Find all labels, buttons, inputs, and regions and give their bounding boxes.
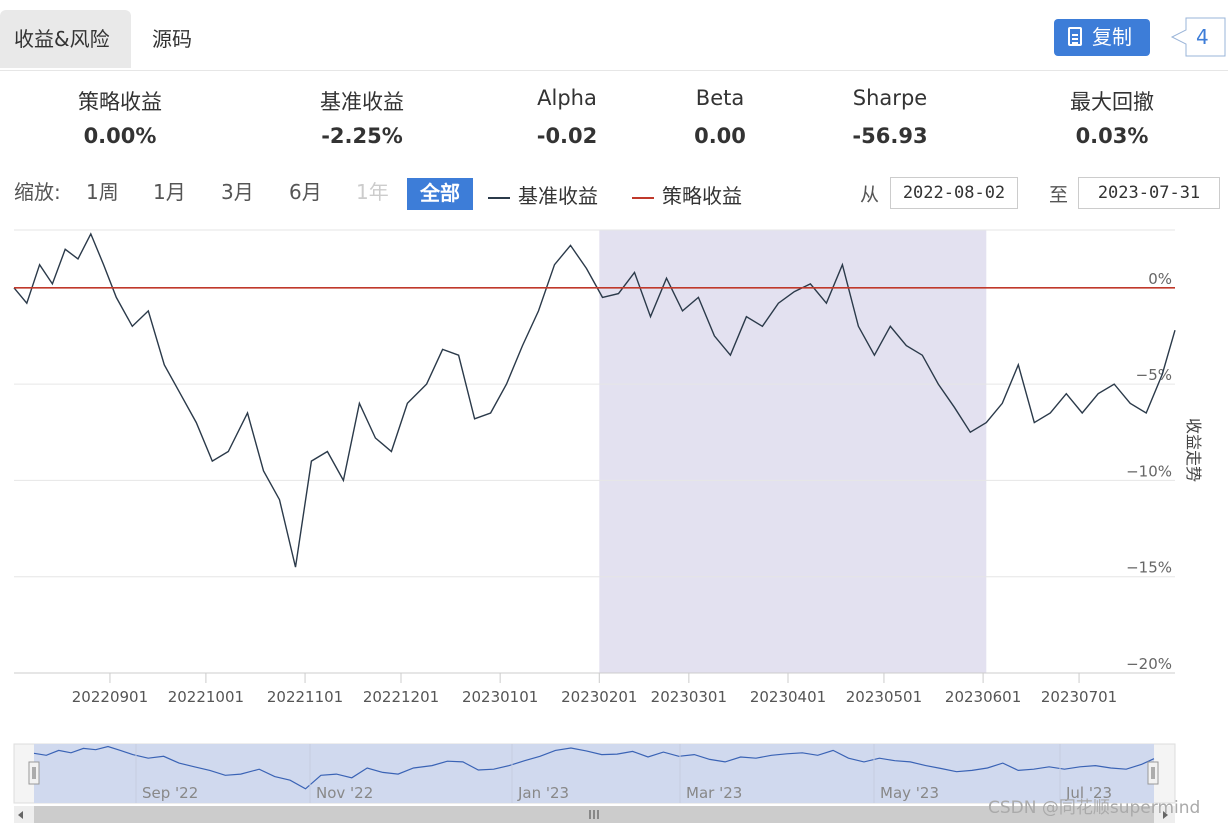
y-tick-label: −15% bbox=[1126, 559, 1172, 577]
x-tick-label: 20230101 bbox=[462, 688, 538, 706]
benchmark-series-line bbox=[13, 232, 1176, 568]
x-tick-label: 20230601 bbox=[945, 688, 1021, 706]
x-tick-label: 20230701 bbox=[1041, 688, 1117, 706]
x-tick-label: 20230401 bbox=[750, 688, 826, 706]
navigator-label: Nov '22 bbox=[316, 784, 373, 802]
x-tick-label: 20221201 bbox=[363, 688, 439, 706]
x-tick-label: 20230201 bbox=[561, 688, 637, 706]
navigator-label: Sep '22 bbox=[142, 784, 198, 802]
navigator-handle bbox=[1147, 761, 1159, 785]
x-tick-label: 20230501 bbox=[846, 688, 922, 706]
highlight-band bbox=[599, 230, 987, 673]
y-tick-label: −10% bbox=[1126, 462, 1172, 480]
navigator-label: May '23 bbox=[880, 784, 939, 802]
y-tick-label: −20% bbox=[1126, 655, 1172, 673]
y-tick-label: 0% bbox=[1148, 270, 1172, 288]
navigator-handle bbox=[28, 761, 40, 785]
x-tick-label: 20221101 bbox=[267, 688, 343, 706]
watermark: CSDN @同花顺supermind bbox=[988, 798, 1201, 818]
x-tick-label: 20221001 bbox=[168, 688, 244, 706]
navigator-label: Mar '23 bbox=[686, 784, 742, 802]
y-tick-label: −5% bbox=[1136, 366, 1172, 384]
navigator-label: Jan '23 bbox=[517, 784, 569, 802]
returns-chart: 0% −5% −10% −15% −20% 收益走势 20220901 20221001 202… bbox=[13, 229, 1203, 823]
x-tick-label: 20230301 bbox=[651, 688, 727, 706]
x-tick-label: 20220901 bbox=[72, 688, 148, 706]
y-axis-title: 收益走势 bbox=[1184, 418, 1203, 482]
